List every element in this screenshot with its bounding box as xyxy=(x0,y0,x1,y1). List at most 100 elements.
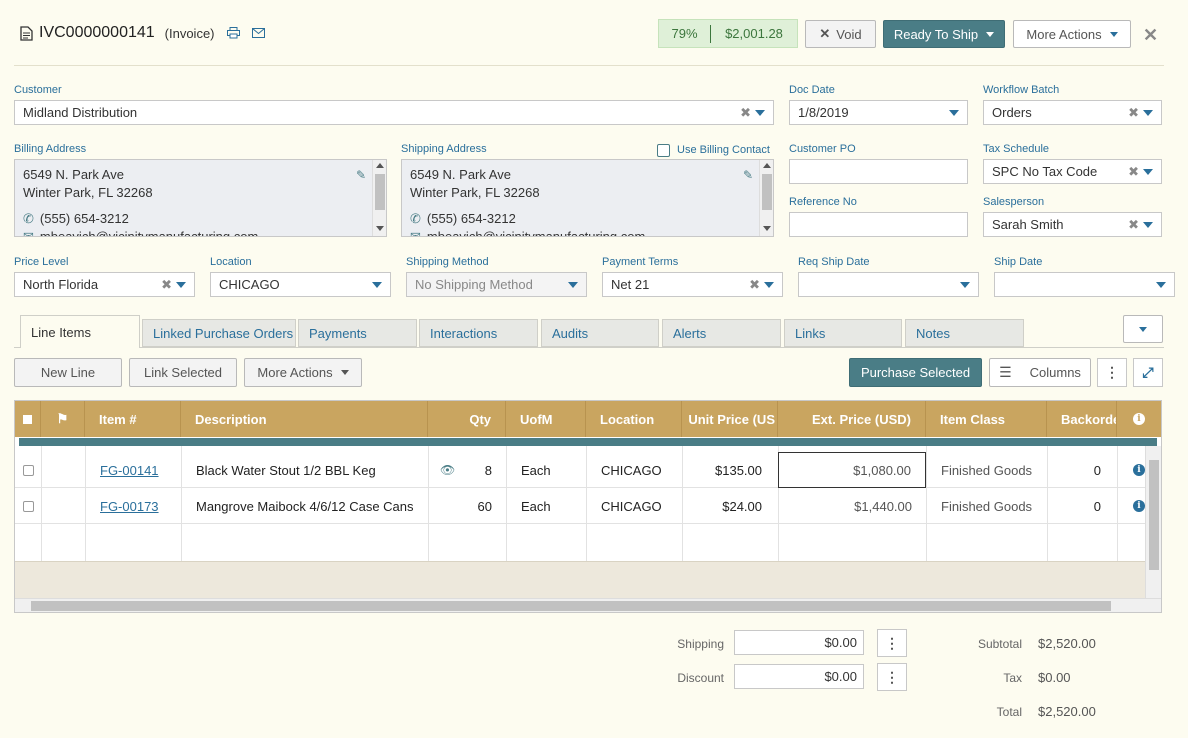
doc-date-picker[interactable]: 1/8/2019 xyxy=(789,100,968,125)
chevron-down-icon[interactable] xyxy=(1143,109,1153,116)
pencil-icon[interactable]: ✎ xyxy=(743,166,753,184)
tax-schedule-select[interactable]: SPC No Tax Code ✖ xyxy=(983,159,1162,184)
workflow-batch-select[interactable]: Orders ✖ xyxy=(983,100,1162,125)
tab-notes[interactable]: Notes xyxy=(905,319,1024,347)
req-ship-date-picker[interactable] xyxy=(798,272,979,297)
kebab-menu-icon[interactable]: ⋮ xyxy=(1097,358,1127,387)
select-all-checkbox[interactable] xyxy=(15,401,41,437)
purchase-selected-button[interactable]: Purchase Selected xyxy=(849,358,982,387)
col-unit-price[interactable]: Unit Price (US xyxy=(682,401,778,437)
payment-terms-select[interactable]: Net 21 ✖ xyxy=(602,272,783,297)
req-ship-date-label: Req Ship Date xyxy=(798,256,870,268)
shipping-amount-input[interactable]: $0.00 xyxy=(734,630,864,655)
row-checkbox[interactable] xyxy=(22,500,34,512)
chevron-down-icon xyxy=(340,370,349,375)
cell-qty: 60 xyxy=(477,498,492,514)
grid-more-actions-button[interactable]: More Actions xyxy=(244,358,362,387)
customer-label: Customer xyxy=(14,84,62,96)
clear-icon[interactable]: ✖ xyxy=(1128,164,1139,180)
pencil-icon[interactable]: ✎ xyxy=(356,166,366,184)
col-backorder[interactable]: Backorde xyxy=(1047,401,1117,437)
clear-icon[interactable]: ✖ xyxy=(1128,105,1139,121)
item-link[interactable]: FG-00141 xyxy=(100,463,159,478)
shipping-method-select[interactable]: No Shipping Method xyxy=(406,272,587,297)
kebab-menu-icon[interactable]: ⋮ xyxy=(877,663,907,691)
eye-icon[interactable]: 👁 xyxy=(440,463,455,477)
shipping-scrollbar[interactable] xyxy=(759,160,773,236)
customer-po-input[interactable] xyxy=(789,159,968,184)
chevron-down-icon[interactable] xyxy=(949,109,959,116)
grid-horizontal-scrollbar[interactable] xyxy=(15,598,1161,612)
info-icon[interactable]: i xyxy=(1133,464,1145,476)
chevron-down-icon[interactable] xyxy=(1156,281,1166,288)
grid-vertical-scrollbar[interactable] xyxy=(1145,446,1161,598)
columns-button[interactable]: ☰ Columns xyxy=(989,358,1091,387)
shipping-address-box[interactable]: 6549 N. Park Ave Winter Park, FL 32268 ✆… xyxy=(401,159,774,237)
cell-ext-price[interactable]: $1,080.00 xyxy=(778,452,926,488)
doc-id: IVC0000000141 xyxy=(39,24,155,41)
tab-line-items[interactable]: Line Items xyxy=(20,315,140,348)
new-line-button[interactable]: New Line xyxy=(14,358,122,387)
tabs-overflow-button[interactable] xyxy=(1123,315,1163,343)
clear-icon[interactable]: ✖ xyxy=(161,277,172,293)
row-checkbox[interactable] xyxy=(22,464,34,476)
more-actions-button[interactable]: More Actions xyxy=(1013,20,1131,48)
table-row[interactable]: FG-00173 Mangrove Maibock 4/6/12 Case Ca… xyxy=(15,488,1145,524)
close-icon[interactable]: ✕ xyxy=(1143,25,1158,46)
ship-date-picker[interactable] xyxy=(994,272,1175,297)
table-row[interactable]: FG-00141 Black Water Stout 1/2 BBL Keg 👁… xyxy=(15,452,1145,488)
phone-icon: ✆ xyxy=(23,211,34,226)
info-icon[interactable]: i xyxy=(1133,500,1145,512)
tab-payments[interactable]: Payments xyxy=(298,319,417,347)
void-button[interactable]: ✕ Void xyxy=(805,20,876,48)
clear-icon[interactable]: ✖ xyxy=(740,105,751,121)
subtotal-label: Subtotal xyxy=(977,637,1022,651)
header-divider xyxy=(14,65,1164,66)
col-location[interactable]: Location xyxy=(586,401,682,437)
billing-address-label: Billing Address xyxy=(14,143,87,155)
kebab-menu-icon[interactable]: ⋮ xyxy=(877,629,907,657)
payment-terms-label: Payment Terms xyxy=(602,256,679,268)
group-panel-bar[interactable] xyxy=(19,438,1157,446)
ready-to-ship-button[interactable]: Ready To Ship xyxy=(883,20,1005,48)
salesperson-select[interactable]: Sarah Smith ✖ xyxy=(983,212,1162,237)
chevron-down-icon[interactable] xyxy=(372,281,382,288)
tab-alerts[interactable]: Alerts xyxy=(662,319,781,347)
clear-icon[interactable]: ✖ xyxy=(749,277,760,293)
email-icon[interactable] xyxy=(251,28,265,38)
customer-select[interactable]: Midland Distribution ✖ xyxy=(14,100,774,125)
shipping-total-label: Shipping xyxy=(677,637,724,651)
price-level-select[interactable]: North Florida ✖ xyxy=(14,272,195,297)
chevron-down-icon[interactable] xyxy=(176,281,186,288)
col-description[interactable]: Description xyxy=(181,401,428,437)
col-uofm[interactable]: UofM xyxy=(506,401,586,437)
tab-interactions[interactable]: Interactions xyxy=(419,319,538,347)
billing-scrollbar[interactable] xyxy=(372,160,386,236)
item-link[interactable]: FG-00173 xyxy=(100,499,159,514)
billing-address-box[interactable]: 6549 N. Park Ave Winter Park, FL 32268 ✆… xyxy=(14,159,387,237)
col-item-class[interactable]: Item Class xyxy=(926,401,1047,437)
expand-icon[interactable]: ⤢ xyxy=(1133,358,1163,387)
use-billing-contact-checkbox[interactable] xyxy=(657,144,670,157)
chevron-down-icon[interactable] xyxy=(1143,221,1153,228)
chevron-down-icon[interactable] xyxy=(1143,168,1153,175)
cell-ext-price[interactable]: $1,440.00 xyxy=(778,488,926,524)
menu-icon: ☰ xyxy=(999,364,1012,380)
clear-icon[interactable]: ✖ xyxy=(1128,217,1139,233)
tab-audits[interactable]: Audits xyxy=(541,319,659,347)
col-item[interactable]: Item # xyxy=(85,401,181,437)
chevron-down-icon[interactable] xyxy=(568,281,578,288)
col-ext-price[interactable]: Ext. Price (USD) xyxy=(778,401,926,437)
subtotal-value: $2,520.00 xyxy=(1038,636,1096,651)
col-qty[interactable]: Qty xyxy=(428,401,506,437)
tab-linked-purchase-orders[interactable]: Linked Purchase Orders xyxy=(142,319,296,347)
link-selected-button[interactable]: Link Selected xyxy=(129,358,237,387)
chevron-down-icon[interactable] xyxy=(764,281,774,288)
location-select[interactable]: CHICAGO xyxy=(210,272,391,297)
print-icon[interactable] xyxy=(226,27,240,39)
tab-links[interactable]: Links xyxy=(784,319,902,347)
chevron-down-icon[interactable] xyxy=(960,281,970,288)
discount-amount-input[interactable]: $0.00 xyxy=(734,664,864,689)
reference-no-input[interactable] xyxy=(789,212,968,237)
chevron-down-icon[interactable] xyxy=(755,109,765,116)
